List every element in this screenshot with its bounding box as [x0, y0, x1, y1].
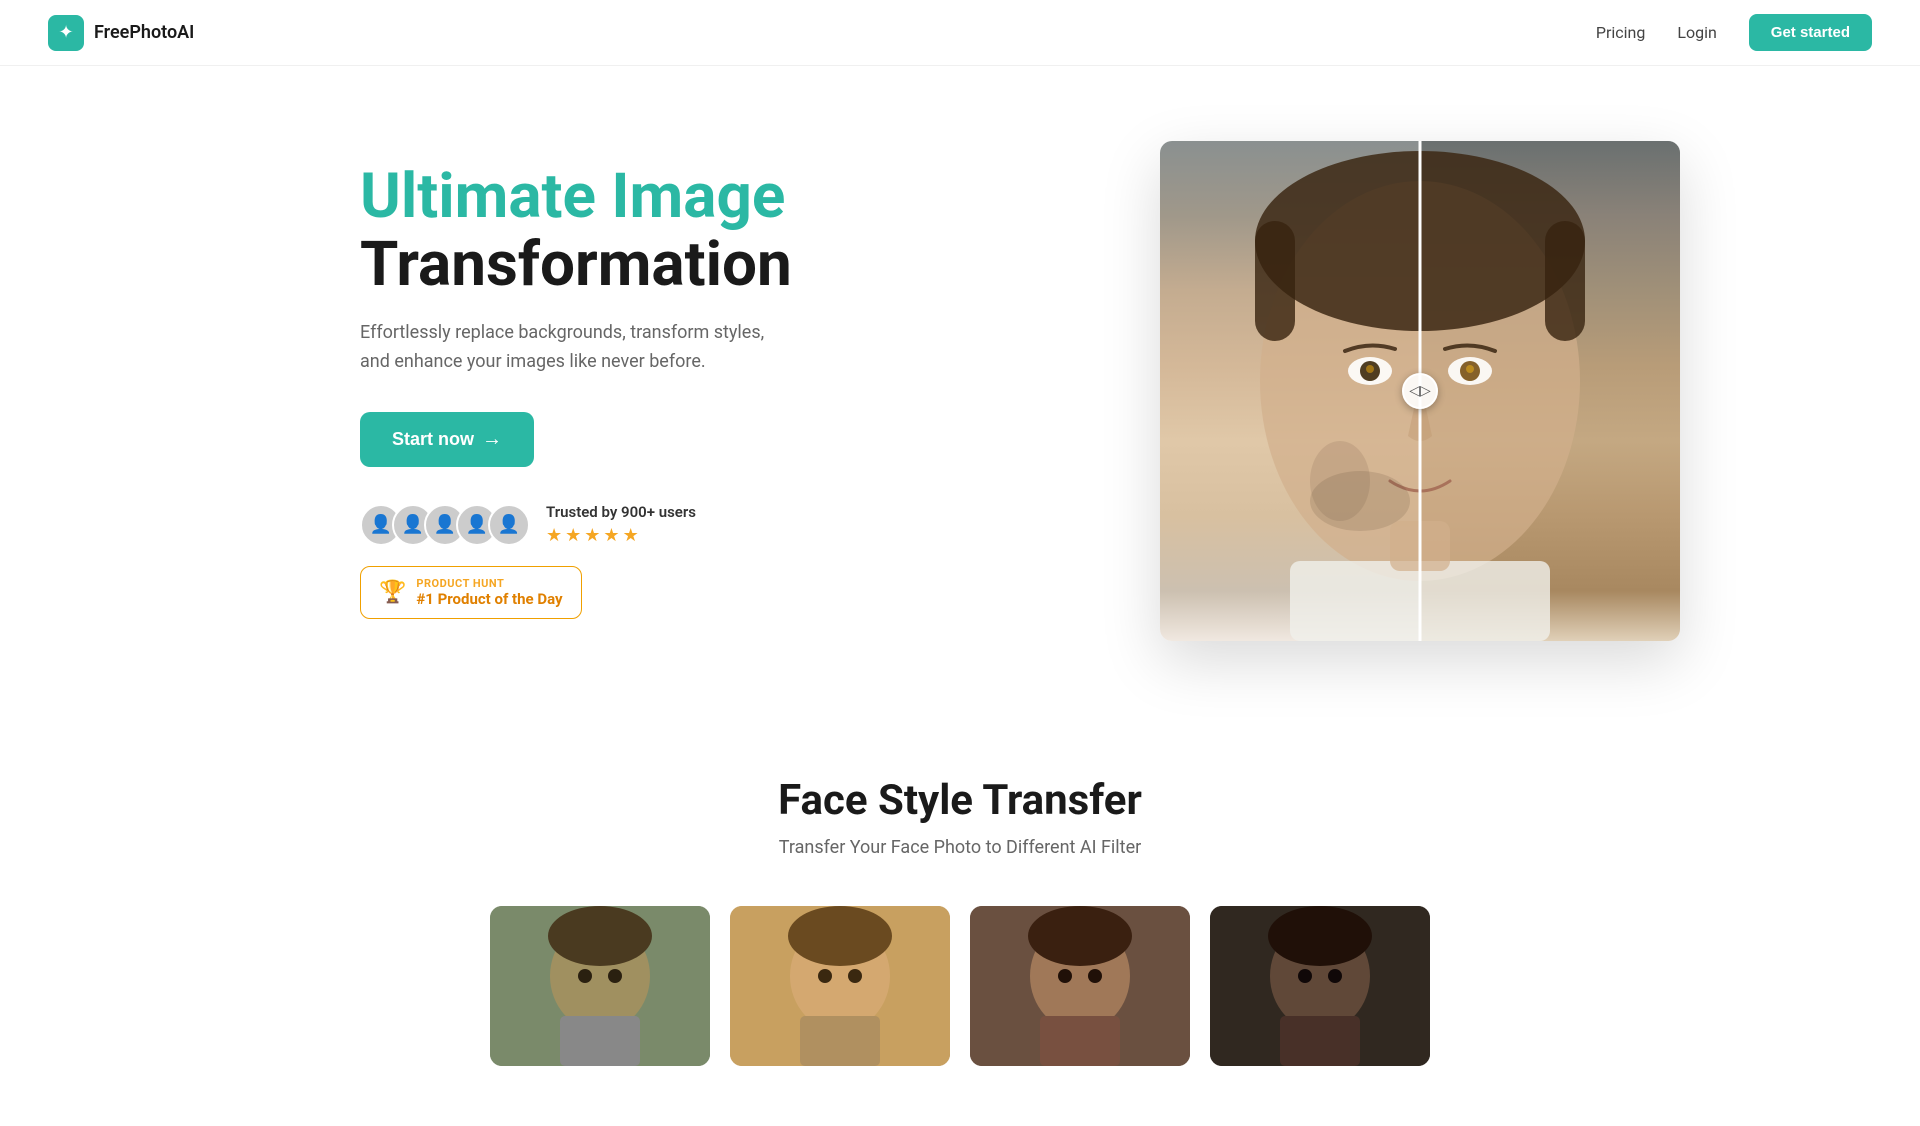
star-1: ★	[546, 525, 562, 546]
trophy-icon: 🏆	[379, 580, 406, 605]
hero-subtitle: Effortlessly replace backgrounds, transf…	[360, 319, 780, 377]
product-hunt-badge[interactable]: 🏆 PRODUCT HUNT #1 Product of the Day	[360, 566, 582, 619]
start-now-label: Start now	[392, 429, 474, 450]
avatar-group: 👤 👤 👤 👤 👤	[360, 504, 530, 546]
compare-handle[interactable]: ◁▷	[1402, 373, 1438, 409]
get-started-button[interactable]: Get started	[1749, 14, 1872, 51]
star-rating: ★ ★ ★ ★ ★	[546, 525, 696, 546]
hero-title: Ultimate Image Transformation	[360, 163, 792, 299]
hero-section: Ultimate Image Transformation Effortless…	[0, 66, 1920, 716]
fst-card-1-image	[490, 906, 710, 1066]
social-proof: 👤 👤 👤 👤 👤 Trusted by 900+ users ★ ★ ★ ★ …	[360, 503, 792, 546]
arrow-icon: →	[482, 428, 502, 451]
fst-card-1[interactable]	[490, 906, 710, 1066]
fst-subtitle: Transfer Your Face Photo to Different AI…	[240, 837, 1680, 858]
fst-card-4-image	[1210, 906, 1430, 1066]
hero-content: Ultimate Image Transformation Effortless…	[360, 163, 792, 620]
start-now-button[interactable]: Start now →	[360, 412, 534, 467]
fst-cards	[240, 906, 1680, 1066]
avatar-5: 👤	[488, 504, 530, 546]
star-3: ★	[584, 525, 600, 546]
hero-title-dark: Transformation	[360, 228, 792, 301]
trusted-text: Trusted by 900+ users	[546, 503, 696, 521]
star-2: ★	[565, 525, 581, 546]
fst-card-4[interactable]	[1210, 906, 1430, 1066]
nav-login[interactable]: Login	[1677, 23, 1716, 42]
fst-title: Face Style Transfer	[240, 776, 1680, 825]
fst-section: Face Style Transfer Transfer Your Face P…	[0, 716, 1920, 1126]
star-5: ★	[623, 525, 639, 546]
ph-title: #1 Product of the Day	[416, 590, 562, 608]
star-4: ★	[603, 525, 619, 546]
fst-card-3-image	[970, 906, 1190, 1066]
fst-card-2-image	[730, 906, 950, 1066]
hero-title-accent: Ultimate Image	[360, 160, 785, 233]
handle-arrows: ◁▷	[1409, 383, 1431, 399]
ph-label: PRODUCT HUNT	[416, 577, 562, 590]
fst-card-3[interactable]	[970, 906, 1190, 1066]
social-text-group: Trusted by 900+ users ★ ★ ★ ★ ★	[546, 503, 696, 546]
nav-pricing[interactable]: Pricing	[1596, 23, 1646, 42]
navbar: ✦ FreePhotoAI Pricing Login Get started	[0, 0, 1920, 66]
logo-text: FreePhotoAI	[94, 22, 194, 43]
logo-icon: ✦	[48, 15, 84, 51]
hero-image: ◁▷	[1120, 141, 1680, 641]
ph-text-group: PRODUCT HUNT #1 Product of the Day	[416, 577, 562, 608]
nav-links: Pricing Login Get started	[1596, 14, 1872, 51]
image-compare[interactable]: ◁▷	[1160, 141, 1680, 641]
logo[interactable]: ✦ FreePhotoAI	[48, 15, 194, 51]
fst-card-2[interactable]	[730, 906, 950, 1066]
